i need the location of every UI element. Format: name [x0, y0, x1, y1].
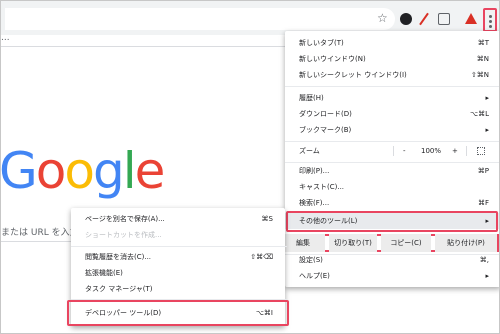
logo-letter: o	[64, 142, 95, 200]
zoom-in-button[interactable]: +	[452, 143, 458, 159]
fullscreen-icon[interactable]	[477, 147, 485, 155]
copy-button[interactable]: コピー(C)	[381, 234, 431, 252]
paste-button[interactable]: 貼り付け(P)	[435, 234, 497, 252]
submenu-item-extensions[interactable]: 拡張機能(E)	[71, 265, 285, 281]
menu-item-downloads[interactable]: ダウンロード(D) ⌥⌘L	[285, 106, 499, 122]
menu-item-help[interactable]: ヘルプ(E) ▸	[285, 268, 499, 284]
logo-letter: G	[0, 142, 38, 200]
menu-item-cast[interactable]: キャスト(C)...	[285, 179, 499, 195]
logo-letter: l	[122, 142, 137, 200]
search-box-border	[1, 241, 81, 242]
bookmarks-overflow[interactable]: ...	[1, 33, 10, 43]
menu-item-history[interactable]: 履歴(H) ▸	[285, 90, 499, 106]
zoom-out-button[interactable]: -	[403, 143, 406, 159]
kebab-menu-icon[interactable]	[483, 8, 497, 32]
search-placeholder[interactable]: または URL を入力	[1, 225, 79, 238]
menu-item-incognito[interactable]: 新しいシークレット ウインドウ(I) ⇧⌘N	[285, 67, 499, 83]
address-bar[interactable]	[5, 8, 395, 30]
menu-item-bookmarks[interactable]: ブックマーク(B) ▸	[285, 122, 499, 138]
extension-dark-circle-icon[interactable]	[400, 13, 412, 25]
menu-item-zoom: ズーム - 100% +	[285, 143, 499, 159]
menu-item-new-tab[interactable]: 新しいタブ(T) ⌘T	[285, 35, 499, 51]
submenu-arrow-icon: ▸	[485, 126, 489, 134]
menu-item-print[interactable]: 印刷(P)... ⌘P	[285, 163, 499, 179]
google-logo: Google	[0, 141, 166, 201]
extension-red-triangle-icon[interactable]	[465, 13, 477, 24]
more-tools-submenu: ページを別名で保存(A)... ⌘S ショートカットを作成... 閲覧履歴を消去(…	[67, 208, 289, 326]
logo-letter: g	[92, 142, 125, 200]
logo-letter: o	[35, 142, 67, 200]
highlight-devtools	[67, 300, 289, 326]
submenu-item-clear-data[interactable]: 閲覧履歴を消去(C)... ⇧⌘⌫	[71, 249, 285, 265]
edit-label: 編集	[281, 234, 325, 252]
extension-window-icon[interactable]	[438, 13, 450, 25]
menu-separator	[71, 246, 287, 247]
submenu-item-create-shortcut: ショートカットを作成...	[85, 231, 162, 239]
highlight-more-tools	[286, 211, 498, 232]
browser-toolbar: ☆	[1, 1, 499, 35]
logo-letter: e	[134, 142, 166, 200]
submenu-arrow-icon: ▸	[485, 94, 489, 102]
chrome-main-menu: 新しいタブ(T) ⌘T 新しいウインドウ(N) ⌘N 新しいシークレット ウインドウ…	[278, 31, 499, 287]
menu-item-settings[interactable]: 設定(S) ⌘,	[285, 252, 499, 268]
menu-separator	[285, 86, 499, 87]
zoom-divider	[466, 146, 467, 156]
extension-red-pen-icon[interactable]	[418, 13, 430, 25]
cut-button[interactable]: 切り取り(T)	[329, 234, 377, 252]
menu-separator	[285, 141, 499, 142]
browser-window: ☆ ... Google または URL を入力 新しいタブ(T) ⌘T 新しいウ…	[0, 0, 500, 334]
zoom-divider	[393, 146, 394, 156]
zoom-level: 100%	[421, 147, 442, 155]
submenu-item-save-page[interactable]: ページを別名で保存(A)... ⌘S	[71, 211, 285, 227]
star-icon[interactable]: ☆	[377, 12, 388, 24]
menu-item-new-window[interactable]: 新しいウインドウ(N) ⌘N	[285, 51, 499, 67]
edit-row: 編集 切り取り(T) コピー(C) 貼り付け(P)	[278, 234, 499, 252]
menu-item-find[interactable]: 検索(F)... ⌘F	[285, 195, 499, 211]
submenu-item-task-manager[interactable]: タスク マネージャ(T)	[71, 281, 285, 297]
submenu-arrow-icon: ▸	[485, 272, 489, 280]
